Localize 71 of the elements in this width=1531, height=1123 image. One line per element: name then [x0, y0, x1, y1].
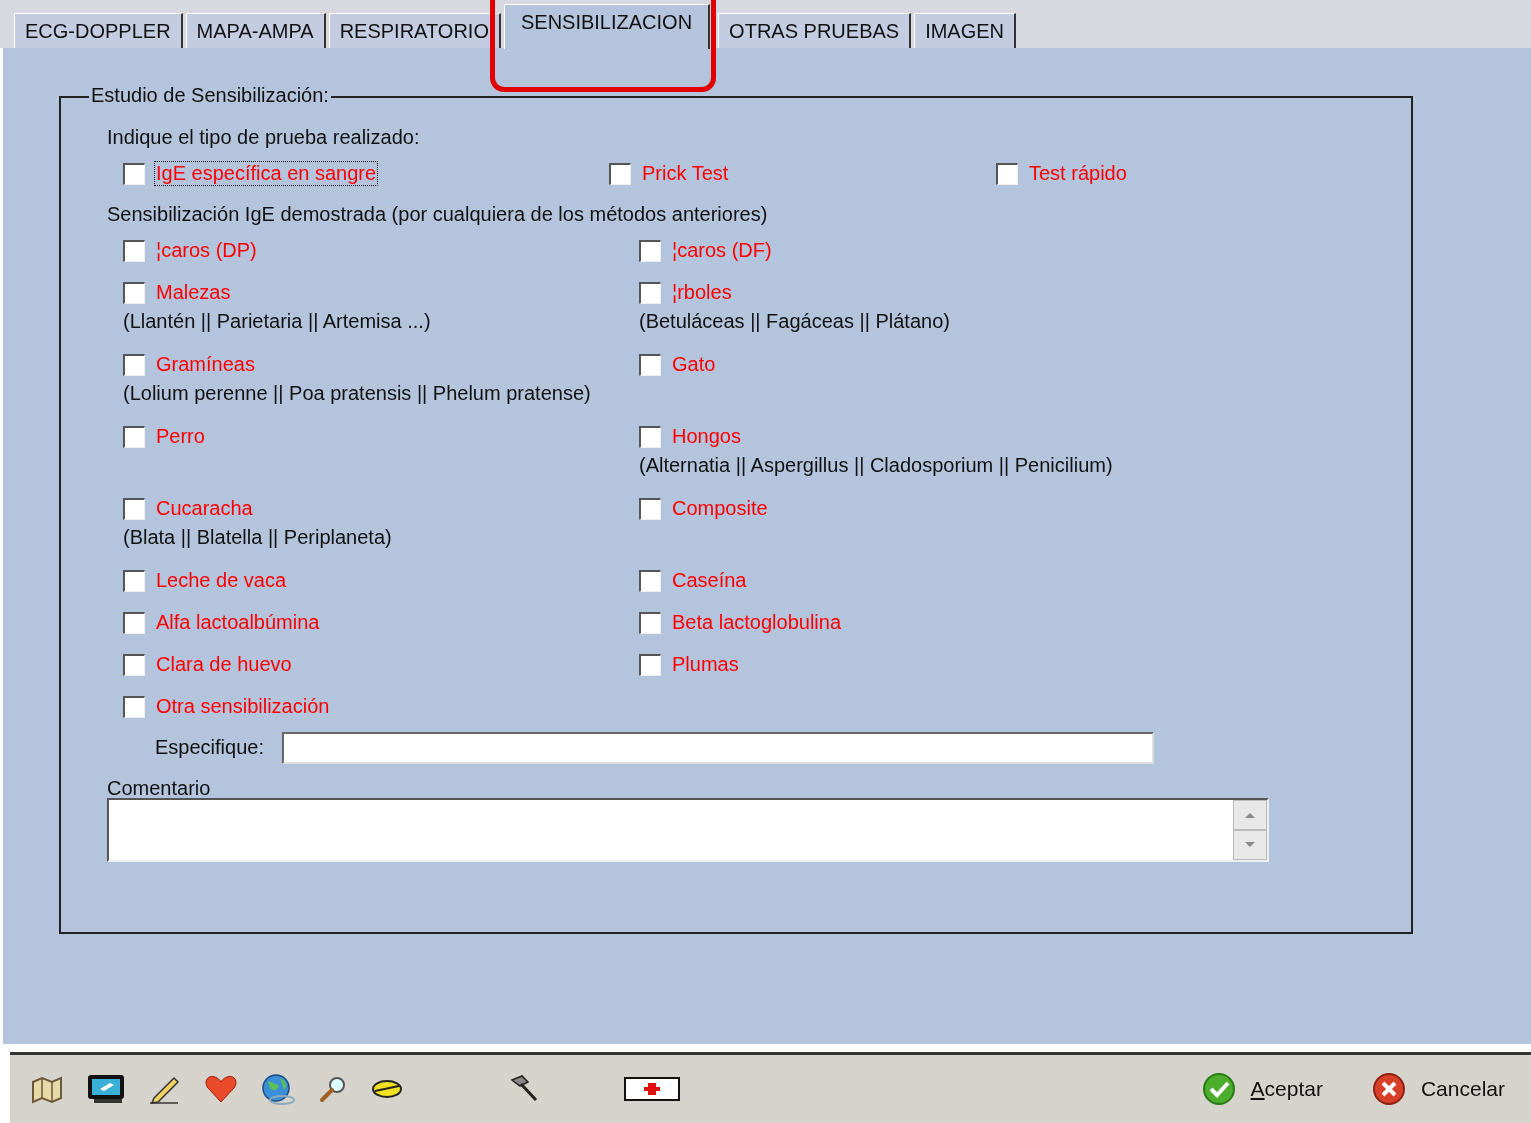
- note-text: (Alternatia || Aspergillus || Cladosporium || Penicilium): [639, 452, 1114, 478]
- checkbox[interactable]: [996, 162, 1018, 185]
- field-label: Comentario: [107, 777, 212, 798]
- checkbox[interactable]: [123, 281, 145, 304]
- checkbox[interactable]: [123, 239, 145, 262]
- checkbox-label[interactable]: Caseína: [671, 569, 748, 593]
- checkbox[interactable]: [639, 653, 661, 676]
- checkbox-label[interactable]: Gato: [671, 353, 717, 377]
- checkbox[interactable]: [639, 611, 661, 634]
- input-field[interactable]: [281, 731, 1154, 764]
- medical-cross-icon[interactable]: [624, 1077, 680, 1102]
- checkbox[interactable]: [123, 695, 145, 718]
- checkbox-label[interactable]: Leche de vaca: [155, 569, 288, 593]
- checkbox-label[interactable]: Cucaracha: [155, 497, 254, 521]
- toolbar-button[interactable]: Aceptar: [1200, 1071, 1323, 1108]
- section-label: Sensibilización IgE demostrada (por cualquiera de los métodos anteriores): [107, 202, 769, 226]
- tab[interactable]: OTRAS PRUEBAS: [718, 12, 912, 48]
- checkbox[interactable]: [123, 653, 145, 676]
- globe-icon[interactable]: [260, 1072, 296, 1107]
- checkbox[interactable]: [639, 425, 661, 448]
- checkbox[interactable]: [609, 162, 631, 185]
- down-arrow-icon[interactable]: [1244, 840, 1256, 849]
- checkbox-label[interactable]: ¦caros (DP): [155, 239, 258, 263]
- magnifier-icon[interactable]: [318, 1074, 348, 1105]
- tab[interactable]: IMAGEN: [914, 12, 1017, 48]
- check-icon: [1200, 1071, 1237, 1108]
- checkbox-label[interactable]: ¦rboles: [671, 281, 733, 305]
- tab[interactable]: ECG-DOPPLER: [14, 12, 183, 48]
- checkbox-label[interactable]: Prick Test: [641, 162, 730, 186]
- checkbox-label[interactable]: Gramíneas: [155, 353, 256, 377]
- prompt-label: Indique el tipo de prueba realizado:: [107, 125, 421, 149]
- tab[interactable]: RESPIRATORIO: [328, 12, 501, 48]
- note-text: (Blata || Blatella || Periplaneta): [123, 524, 393, 550]
- checkbox-label[interactable]: Plumas: [671, 653, 740, 677]
- checkbox-label[interactable]: Test rápido: [1028, 162, 1128, 186]
- toolbar-button[interactable]: Cancelar: [1370, 1071, 1505, 1108]
- note-text: (Betuláceas || Fagáceas || Plátano): [639, 308, 951, 334]
- checkbox-label[interactable]: Clara de huevo: [155, 653, 293, 677]
- pencil-icon[interactable]: [148, 1074, 182, 1105]
- checkbox[interactable]: [123, 353, 145, 376]
- monitor-icon[interactable]: [86, 1073, 126, 1106]
- comment-field[interactable]: [107, 797, 1269, 862]
- checkbox[interactable]: [639, 497, 661, 520]
- checkbox-label[interactable]: Alfa lactoalbúmina: [155, 611, 321, 635]
- checkbox[interactable]: [639, 569, 661, 592]
- checkbox-label[interactable]: Malezas: [155, 281, 232, 305]
- map-icon[interactable]: [30, 1074, 64, 1105]
- checkbox[interactable]: [123, 497, 145, 520]
- checkbox[interactable]: [639, 353, 661, 376]
- scrollbar[interactable]: [1233, 799, 1267, 860]
- checkbox-label[interactable]: IgE específica en sangre: [155, 162, 378, 186]
- checkbox[interactable]: [123, 569, 145, 592]
- checkbox-label[interactable]: Beta lactoglobulina: [671, 611, 842, 635]
- checkbox[interactable]: [123, 162, 145, 185]
- checkbox-label[interactable]: Composite: [671, 497, 769, 521]
- checkbox-label[interactable]: Perro: [155, 425, 206, 449]
- note-text: (Lolium perenne || Poa pratensis || Phelum pratense): [123, 380, 592, 406]
- note-text: (Llantén || Parietaria || Artemisa ...): [123, 308, 432, 334]
- tab[interactable]: SENSIBILIZACION: [503, 3, 711, 49]
- checkbox[interactable]: [639, 281, 661, 304]
- checkbox[interactable]: [123, 611, 145, 634]
- tab[interactable]: MAPA-AMPA: [185, 12, 326, 48]
- close-icon: [1370, 1071, 1407, 1108]
- checkbox[interactable]: [123, 425, 145, 448]
- checkbox-label[interactable]: Hongos: [671, 425, 742, 449]
- heart-icon[interactable]: [204, 1074, 238, 1105]
- checkbox-label[interactable]: ¦caros (DF): [671, 239, 773, 263]
- up-arrow-icon[interactable]: [1244, 810, 1256, 819]
- field-label: Especifique:: [155, 736, 264, 760]
- checkbox[interactable]: [639, 239, 661, 262]
- checkbox-label[interactable]: Otra sensibilización: [155, 695, 331, 719]
